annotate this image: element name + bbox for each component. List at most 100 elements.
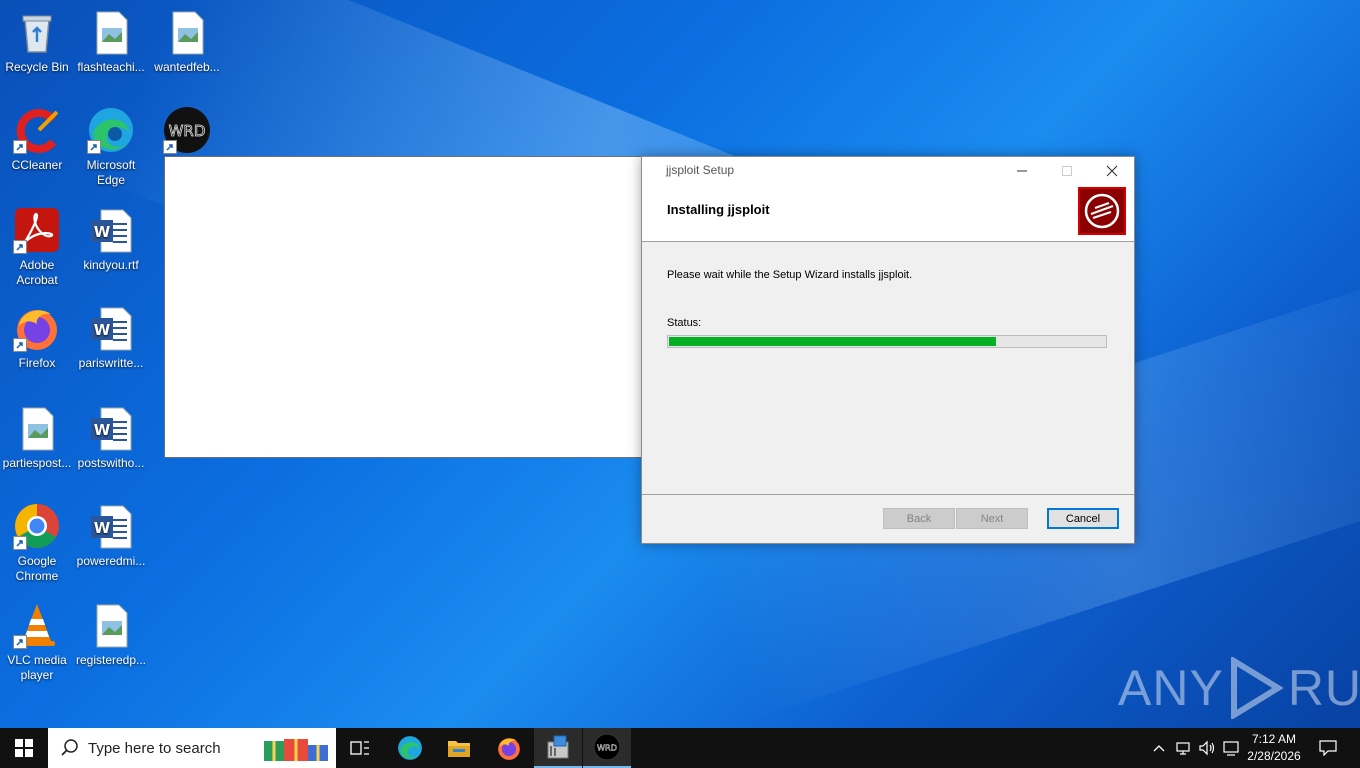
recycle-bin-icon xyxy=(13,8,61,56)
desktop-icon-label: flashteachi... xyxy=(77,60,145,74)
blank-window[interactable] xyxy=(164,156,666,458)
desktop-icon-registeredp[interactable]: registeredp... xyxy=(74,601,148,668)
minimize-icon xyxy=(1016,170,1027,172)
taskbar: Type here to search WRD 7:12 AM 2/28/202… xyxy=(0,728,1360,768)
anyrun-watermark: ANY RUN xyxy=(1118,655,1360,721)
vlc-icon xyxy=(13,601,61,649)
word-doc-icon: W xyxy=(87,404,135,452)
desktop-icon-poweredmi[interactable]: W poweredmi... xyxy=(74,502,148,569)
desktop: Recycle Bin flashteachi... wantedfeb... … xyxy=(0,0,1360,728)
taskbar-file-explorer[interactable] xyxy=(435,728,483,768)
svg-text:W: W xyxy=(94,421,111,439)
progress-fill xyxy=(669,337,996,346)
play-logo-icon xyxy=(1230,657,1284,719)
show-hidden-icons-button[interactable] xyxy=(1148,728,1170,768)
image-file-icon xyxy=(87,8,135,56)
desktop-icon-label: CCleaner xyxy=(11,158,63,172)
wrd-app-icon: WRD xyxy=(163,106,211,154)
shortcut-arrow-icon xyxy=(87,140,101,154)
task-view-icon xyxy=(350,741,369,755)
word-doc-icon: W xyxy=(87,304,135,352)
watermark-left: ANY xyxy=(1118,660,1224,716)
desktop-icon-pariswritte[interactable]: W pariswritte... xyxy=(74,304,148,371)
image-file-icon xyxy=(13,404,61,452)
shortcut-arrow-icon xyxy=(13,338,27,352)
desktop-icon-label: kindyou.rtf xyxy=(83,258,139,272)
image-file-icon xyxy=(163,8,211,56)
desktop-icon-firefox[interactable]: Firefox xyxy=(0,304,74,371)
taskbar-edge[interactable] xyxy=(386,728,434,768)
desktop-icon-label: poweredmi... xyxy=(76,554,146,568)
status-label: Status: xyxy=(667,317,702,329)
desktop-icon-recycle-bin[interactable]: Recycle Bin xyxy=(0,8,74,75)
desktop-icon-label: Google Chrome xyxy=(15,554,59,583)
volume-icon xyxy=(1199,740,1215,756)
shortcut-arrow-icon xyxy=(13,240,27,254)
desktop-icon-label: wantedfeb... xyxy=(154,60,220,74)
header-title: Installing jjsploit xyxy=(667,202,770,217)
word-doc-icon: W xyxy=(87,502,135,550)
next-button[interactable]: Next xyxy=(956,508,1028,529)
taskbar-wrd-app[interactable]: WRD xyxy=(583,728,631,768)
minimize-button[interactable] xyxy=(999,157,1044,185)
desktop-icon-label: postswitho... xyxy=(77,456,145,470)
maximize-icon xyxy=(1061,166,1072,176)
maximize-button[interactable] xyxy=(1044,157,1089,185)
svg-text:W: W xyxy=(94,223,111,241)
network-icon xyxy=(1176,742,1190,755)
edge-icon xyxy=(398,736,422,760)
window-title: jjsploit Setup xyxy=(666,163,735,177)
chevron-up-icon xyxy=(1153,745,1165,752)
shortcut-arrow-icon xyxy=(13,536,27,550)
search-box[interactable]: Type here to search xyxy=(48,728,336,768)
start-button[interactable] xyxy=(0,728,48,768)
dialog-header: Installing jjsploit xyxy=(642,185,1134,242)
desktop-icon-label: Firefox xyxy=(18,356,56,370)
setup-dialog: jjsploit Setup Installing jjsploit Pleas… xyxy=(641,156,1135,544)
desktop-icon-label: VLC media player xyxy=(7,653,67,682)
clock-date: 2/28/2026 xyxy=(1247,749,1301,763)
desktop-icon-partiespost[interactable]: partiespost... xyxy=(0,404,74,471)
image-file-icon xyxy=(87,601,135,649)
title-bar[interactable]: jjsploit Setup xyxy=(642,157,1134,185)
tray-network[interactable] xyxy=(1172,728,1194,768)
svg-text:W: W xyxy=(94,519,111,537)
search-placeholder: Type here to search xyxy=(88,739,221,757)
svg-text:WRD: WRD xyxy=(169,122,206,140)
desktop-icon-kindyou[interactable]: W kindyou.rtf xyxy=(74,206,148,273)
svg-text:W: W xyxy=(94,321,111,339)
divider xyxy=(642,494,1134,495)
close-button[interactable] xyxy=(1089,157,1134,185)
tray-volume[interactable] xyxy=(1196,728,1218,768)
wrd-app-icon: WRD xyxy=(593,733,621,761)
desktop-icon-vlc[interactable]: VLC media player xyxy=(0,601,74,683)
desktop-icon-wantedfeb[interactable]: wantedfeb... xyxy=(150,8,224,75)
desktop-icon-label: registeredp... xyxy=(75,653,147,667)
desktop-icon-label: partiespost... xyxy=(2,456,72,470)
desktop-icon-microsoft-edge[interactable]: Microsoft Edge xyxy=(74,106,148,188)
notifications-button[interactable] xyxy=(1314,728,1342,768)
word-doc-icon: W xyxy=(87,206,135,254)
desktop-icon-label: Recycle Bin xyxy=(5,60,69,74)
desktop-icon-ccleaner[interactable]: CCleaner xyxy=(0,106,74,173)
file-explorer-icon xyxy=(448,741,470,757)
taskbar-installer[interactable] xyxy=(534,728,582,768)
desktop-icon-wrd-app[interactable]: WRD xyxy=(150,106,224,158)
desktop-icon-adobe-acrobat[interactable]: Adobe Acrobat xyxy=(0,206,74,288)
task-view-button[interactable] xyxy=(336,728,384,768)
search-highlight-gifts-icon xyxy=(264,739,328,761)
shortcut-arrow-icon xyxy=(163,140,177,154)
ccleaner-icon xyxy=(13,106,61,154)
back-button[interactable]: Back xyxy=(883,508,955,529)
taskbar-firefox[interactable] xyxy=(485,728,533,768)
acrobat-icon xyxy=(13,206,61,254)
windows-logo-icon xyxy=(15,739,33,757)
desktop-icon-label: Adobe Acrobat xyxy=(16,258,58,287)
clock[interactable]: 7:12 AM 2/28/2026 xyxy=(1236,731,1312,765)
desktop-icon-flashteachi[interactable]: flashteachi... xyxy=(74,8,148,75)
desktop-icon-postswitho[interactable]: W postswitho... xyxy=(74,404,148,471)
desktop-icon-google-chrome[interactable]: Google Chrome xyxy=(0,502,74,584)
shortcut-arrow-icon xyxy=(13,635,27,649)
cancel-button[interactable]: Cancel xyxy=(1047,508,1119,529)
installer-icon xyxy=(547,735,569,759)
